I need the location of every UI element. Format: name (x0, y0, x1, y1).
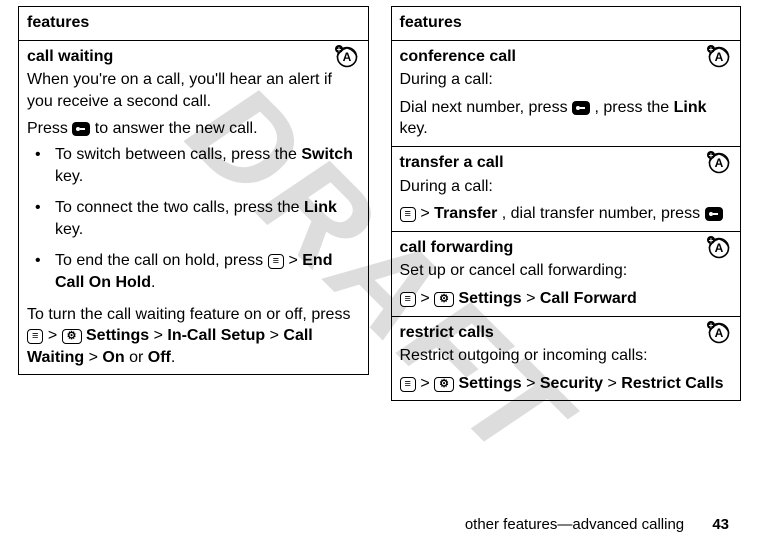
left-column: features A + call waiting When you're on… (18, 6, 369, 401)
network-feature-icon: A + (704, 235, 732, 259)
network-feature-icon: A + (332, 44, 360, 68)
call-forwarding-title: call forwarding (400, 237, 733, 259)
svg-text:A: A (715, 50, 724, 64)
rc-paragraph-1: Restrict outgoing or incoming calls: (400, 345, 733, 367)
conference-call-cell: A + conference call During a call: Dial … (391, 40, 741, 146)
link-key-label: Link (674, 99, 707, 116)
network-feature-icon: A + (704, 150, 732, 174)
text: key. (55, 168, 83, 185)
tools-key-icon (62, 329, 82, 344)
text: To turn the call waiting feature on or o… (27, 306, 350, 323)
menu-key-icon (400, 292, 416, 307)
restrict-calls-label: Restrict Calls (621, 375, 723, 392)
restrict-calls-title: restrict calls (400, 322, 733, 344)
svg-text:A: A (715, 241, 724, 255)
svg-text:+: + (336, 45, 341, 54)
gt: > (270, 327, 284, 344)
text: key. (55, 221, 83, 238)
off-label: Off (148, 349, 171, 366)
right-table: features A + conference call During a ca… (391, 6, 742, 401)
cf-paragraph-1: Set up or cancel call forwarding: (400, 260, 733, 282)
network-feature-icon: A + (704, 44, 732, 68)
cw-bullet-2: To connect the two calls, press the Link… (55, 197, 360, 240)
right-header: features (391, 7, 741, 41)
cc-paragraph-2: Dial next number, press , press the Link… (400, 97, 733, 140)
text: Press (27, 120, 72, 137)
security-label: Security (540, 375, 603, 392)
gt: > (48, 327, 62, 344)
cw-bullet-1: To switch between calls, press the Switc… (55, 144, 360, 187)
transfer-label: Transfer (434, 205, 497, 222)
text: To end the call on hold, press (55, 252, 268, 269)
gt: > (288, 252, 302, 269)
send-key-icon (72, 122, 90, 136)
gt: > (89, 349, 103, 366)
send-key-icon (572, 101, 590, 115)
call-waiting-cell: A + call waiting When you're on a call, … (19, 40, 369, 375)
settings-label: Settings (459, 375, 522, 392)
settings-label: Settings (459, 290, 522, 307)
gt: > (420, 205, 434, 222)
left-table: features A + call waiting When you're on… (18, 6, 369, 375)
network-feature-icon: A + (704, 320, 732, 344)
settings-label: Settings (86, 327, 149, 344)
cw-bullet-3: To end the call on hold, press > End Cal… (55, 250, 360, 293)
on-label: On (102, 349, 124, 366)
transfer-call-title: transfer a call (400, 152, 733, 174)
tc-paragraph-1: During a call: (400, 176, 733, 198)
left-header: features (19, 7, 369, 41)
gt: > (420, 375, 434, 392)
call-forwarding-cell: A + call forwarding Set up or cancel cal… (391, 231, 741, 316)
gt: > (607, 375, 621, 392)
svg-text:+: + (709, 236, 714, 245)
svg-text:+: + (709, 151, 714, 160)
svg-text:A: A (715, 326, 724, 340)
svg-text:A: A (715, 156, 724, 170)
two-column-layout: features A + call waiting When you're on… (0, 0, 759, 401)
conference-call-title: conference call (400, 46, 733, 68)
call-waiting-title: call waiting (27, 46, 360, 68)
text: or (129, 349, 148, 366)
gt: > (420, 290, 434, 307)
text: to answer the new call. (95, 120, 258, 137)
restrict-calls-cell: A + restrict calls Restrict outgoing or … (391, 316, 741, 401)
tc-paragraph-2: > Transfer , dial transfer number, press (400, 203, 733, 225)
svg-text:+: + (709, 321, 714, 330)
text: Dial next number, press (400, 99, 573, 116)
text: , dial transfer number, press (502, 205, 705, 222)
cf-paragraph-2: > Settings > Call Forward (400, 288, 733, 310)
transfer-call-cell: A + transfer a call During a call: > Tra… (391, 146, 741, 231)
tools-key-icon (434, 377, 454, 392)
call-forward-label: Call Forward (540, 290, 637, 307)
link-key-label: Link (304, 199, 337, 216)
text: key. (400, 120, 428, 137)
cw-bullet-list: To switch between calls, press the Switc… (27, 144, 360, 294)
cw-paragraph-2: Press to answer the new call. (27, 118, 360, 140)
cw-paragraph-3: To turn the call waiting feature on or o… (27, 304, 360, 369)
tools-key-icon (434, 292, 454, 307)
menu-key-icon (268, 254, 284, 269)
gt: > (526, 375, 540, 392)
svg-text:+: + (709, 45, 714, 54)
cc-paragraph-1: During a call: (400, 69, 733, 91)
page-number: 43 (712, 516, 729, 533)
gt: > (154, 327, 168, 344)
menu-key-icon (27, 329, 43, 344)
in-call-setup-label: In-Call Setup (167, 327, 265, 344)
menu-key-icon (400, 207, 416, 222)
text: To connect the two calls, press the (55, 199, 304, 216)
svg-text:A: A (342, 50, 351, 64)
rc-paragraph-2: > Settings > Security > Restrict Calls (400, 373, 733, 395)
right-column: features A + conference call During a ca… (391, 6, 742, 401)
menu-key-icon (400, 377, 416, 392)
send-key-icon (705, 207, 723, 221)
text: , press the (594, 99, 673, 116)
text: To switch between calls, press the (55, 146, 301, 163)
cw-paragraph-1: When you're on a call, you'll hear an al… (27, 69, 360, 112)
page-footer: other features—advanced calling 43 (465, 516, 729, 533)
switch-key-label: Switch (301, 146, 353, 163)
gt: > (526, 290, 540, 307)
footer-text: other features—advanced calling (465, 516, 684, 533)
